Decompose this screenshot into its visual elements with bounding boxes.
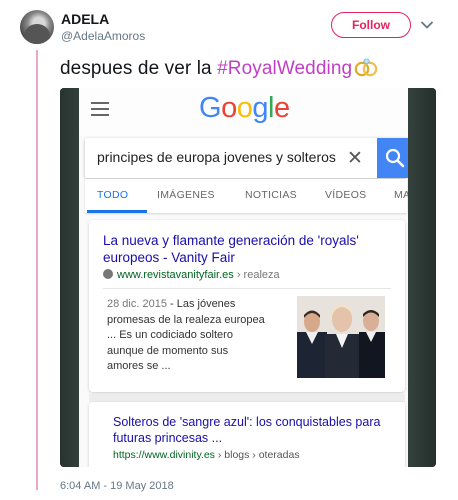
rings-emoji-icon: [353, 57, 379, 77]
follow-button[interactable]: Follow: [331, 12, 411, 38]
tweet-timestamp[interactable]: 6:04 AM - 19 May 2018: [60, 480, 174, 492]
search-button: [377, 138, 413, 178]
clear-icon: ✕: [347, 148, 363, 169]
result-url-domain: https://www.divinity.es: [113, 449, 215, 461]
result-thumbnail: [297, 296, 385, 378]
tab-todo: TODO: [97, 189, 129, 201]
attached-image[interactable]: Google principes de europa jovenes y sol…: [60, 88, 436, 467]
hashtag-link[interactable]: #RoyalWedding: [217, 58, 352, 79]
result-date: 28 dic. 2015: [107, 298, 167, 310]
search-tabs: TODO IMÁGENES NOTICIAS VÍDEOS MA: [85, 179, 411, 213]
search-result-card: Solteros de 'sangre azul': los conquista…: [89, 402, 405, 467]
logo-letter: G: [199, 92, 222, 124]
logo-letter: g: [252, 92, 268, 124]
tweet-header: ADELA @AdelaAmoros Follow: [0, 0, 458, 52]
menu-icon: [91, 102, 109, 116]
tab-imagenes: IMÁGENES: [157, 189, 215, 201]
tweet-text: despues de ver la #RoyalWedding: [60, 57, 379, 80]
result-snippet: 28 dic. 2015 - Las jóvenes promesas de l…: [107, 297, 267, 375]
result-url: https://www.divinity.es › blogs › oterad…: [113, 449, 300, 461]
logo-letter: o: [236, 92, 253, 124]
google-logo: Google: [199, 92, 290, 125]
result-title: La nueva y flamante generación de 'royal…: [103, 233, 359, 265]
display-name[interactable]: ADELA: [61, 11, 109, 27]
tab-more: MA: [394, 189, 411, 201]
result-url: www.revistavanityfair.es › realeza: [103, 269, 280, 281]
search-icon: [385, 148, 405, 168]
result-title: Solteros de 'sangre azul': los conquista…: [113, 415, 381, 445]
divider: [103, 288, 391, 289]
tab-videos: VÍDEOS: [325, 189, 367, 201]
search-query: principes de europa jovenes y solteros: [97, 149, 336, 165]
tab-noticias: NOTICIAS: [245, 189, 297, 201]
logo-letter: e: [273, 92, 290, 124]
globe-icon: [103, 269, 113, 279]
results-gap: [89, 394, 405, 402]
search-box: principes de europa jovenes y solteros ✕: [85, 138, 413, 178]
tweet-text-body: despues de ver la: [60, 58, 218, 79]
user-handle[interactable]: @AdelaAmoros: [61, 29, 145, 43]
logo-letter: o: [221, 92, 237, 124]
active-tab-indicator: [87, 210, 147, 213]
search-result-card: La nueva y flamante generación de 'royal…: [89, 220, 405, 392]
result-url-domain: www.revistavanityfair.es: [117, 269, 234, 281]
avatar[interactable]: [20, 10, 54, 44]
result-url-path: › realeza: [233, 269, 280, 281]
google-header: Google: [79, 88, 414, 136]
result-url-path: › blogs › oteradas: [214, 449, 300, 461]
phone-screenshot: Google principes de europa jovenes y sol…: [79, 88, 414, 467]
thread-line: [36, 50, 38, 490]
chevron-down-icon[interactable]: [420, 18, 434, 32]
